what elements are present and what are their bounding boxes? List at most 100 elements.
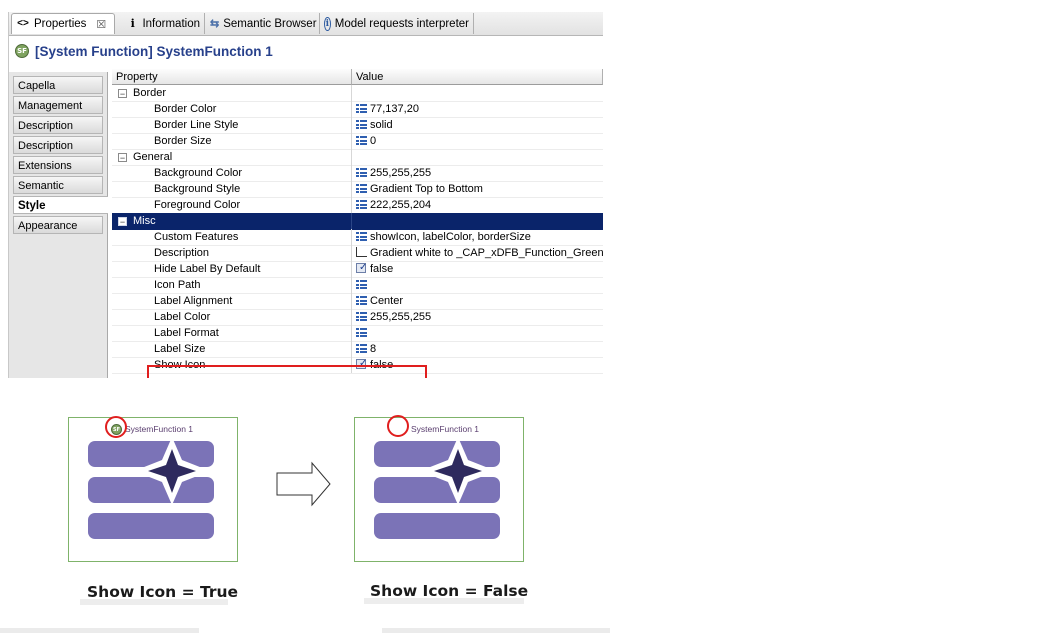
function-bar [374,513,500,539]
list-icon [356,280,367,289]
property-label: Description [154,247,210,259]
property-value: 255,255,255 [370,311,432,323]
property-label: Border Line Style [154,119,239,131]
property-label: Background Style [154,183,241,195]
function-bar [374,441,500,467]
property-value-cell[interactable]: Center [352,293,603,309]
property-value-cell[interactable]: false [352,261,603,277]
property-value-cell[interactable]: Gradient white to _CAP_xDFB_Function_Gre… [352,245,603,261]
collapse-icon[interactable]: − [118,153,127,163]
side-tab-extensions[interactable]: Extensions [13,156,103,174]
property-value-cell[interactable] [352,325,603,341]
side-tab-capella[interactable]: Capella [13,76,103,94]
column-header-property[interactable]: Property [112,69,352,85]
property-row[interactable]: Description Gradient white to _CAP_xDFB_F… [112,245,603,262]
icon-highlight-circle [105,416,127,438]
property-label: Hide Label By Default [154,263,261,275]
property-value-cell[interactable]: 222,255,204 [352,197,603,213]
side-tab-description[interactable]: Description [13,136,103,154]
property-label: Border [133,87,167,99]
property-value: Gradient Top to Bottom [370,183,483,195]
property-row[interactable]: Hide Label By Default false [112,261,603,278]
function-bar [88,477,214,503]
property-name-cell: Label Size [112,341,352,357]
tab-semantic-browser[interactable]: ⇆ Semantic Browser [206,13,320,34]
property-group-row[interactable]: − Misc [112,213,603,230]
property-label: Custom Features [154,231,239,243]
property-value: false [370,263,394,275]
property-value: Center [370,295,404,307]
doc-icon [356,247,367,257]
property-row[interactable]: Icon Path [112,277,603,294]
property-row[interactable]: Label Size 8 [112,341,603,358]
side-tab-management[interactable]: Management [13,96,103,114]
close-icon[interactable]: ☒ [96,18,106,31]
side-tab-style[interactable]: Style [13,196,108,214]
list-icon [356,184,367,193]
tab-model-requests-interpreter[interactable]: i Model requests interpreter [320,13,474,34]
list-icon [356,104,367,113]
list-icon [356,328,367,337]
list-icon [356,136,367,145]
property-value-cell[interactable]: 255,255,255 [352,309,603,325]
check-icon [356,261,368,276]
side-tab-semantic[interactable]: Semantic [13,176,103,194]
arrow-right-icon [276,461,331,507]
property-row[interactable]: Background Color 255,255,255 [112,165,603,182]
property-value: showIcon, labelColor, borderSize [370,231,531,243]
collapse-icon[interactable]: − [118,217,127,227]
property-label: Label Color [154,311,211,323]
property-name-cell: Description [112,245,352,261]
side-tab-description[interactable]: Description [13,116,103,134]
tab-properties[interactable]: <> Properties ☒ [11,13,115,34]
property-group-row[interactable]: − General [112,149,603,166]
property-value-cell [352,213,603,229]
property-label: Icon Path [154,279,201,291]
property-row[interactable]: Label Color 255,255,255 [112,309,603,326]
property-row[interactable]: Border Size 0 [112,133,603,150]
property-value-cell[interactable]: 0 [352,133,603,149]
show-icon-highlight [147,365,427,378]
property-row[interactable]: Border Line Style solid [112,117,603,134]
property-value-cell[interactable]: showIcon, labelColor, borderSize [352,229,603,245]
property-name-cell: − General [112,149,352,165]
tab-label: Properties [34,18,87,30]
info-icon: i [130,16,135,30]
property-value-cell[interactable] [352,277,603,293]
list-icon [356,200,367,209]
property-name-cell: Icon Path [112,277,352,293]
property-row[interactable]: Custom Features showIcon, labelColor, bor… [112,229,603,246]
interpreter-icon: i [324,16,331,31]
property-row[interactable]: Border Color 77,137,20 [112,101,603,118]
property-value-cell[interactable]: 77,137,20 [352,101,603,117]
property-row[interactable]: Label Format [112,325,603,342]
property-value-cell[interactable]: 8 [352,341,603,357]
property-label: Border Color [154,103,217,115]
function-graphic [374,439,500,539]
column-header-value[interactable]: Value [352,69,603,85]
property-value: 0 [370,135,377,147]
side-tab-appearance[interactable]: Appearance [13,216,103,234]
property-row[interactable]: Background Style Gradient Top to Bottom [112,181,603,198]
property-row[interactable]: Foreground Color 222,255,204 [112,197,603,214]
property-name-cell: − Border [112,85,352,101]
property-name-cell: Label Alignment [112,293,352,309]
properties-view: <> Properties ☒ i Information ⇆ Semantic… [8,12,603,378]
collapse-icon[interactable]: − [118,89,127,99]
property-label: Label Format [154,327,219,339]
list-icon [356,296,367,305]
diagram-show-icon-true: SF SystemFunction 1 [68,417,238,562]
property-value-cell[interactable]: Gradient Top to Bottom [352,181,603,197]
property-value-cell [352,149,603,165]
property-table: Property Value − Border Border Color 77,137… [112,69,603,378]
list-icon [356,232,367,241]
property-value-cell[interactable]: 255,255,255 [352,165,603,181]
properties-icon: <> [17,18,29,29]
property-row[interactable]: Label Alignment Center [112,293,603,310]
tab-information[interactable]: i Information [123,13,205,34]
diagram-show-icon-false: SystemFunction 1 [354,417,524,562]
property-group-row[interactable]: − Border [112,85,603,102]
property-value-cell[interactable]: solid [352,117,603,133]
property-name-cell: Label Color [112,309,352,325]
tab-label: Model requests interpreter [334,17,469,30]
